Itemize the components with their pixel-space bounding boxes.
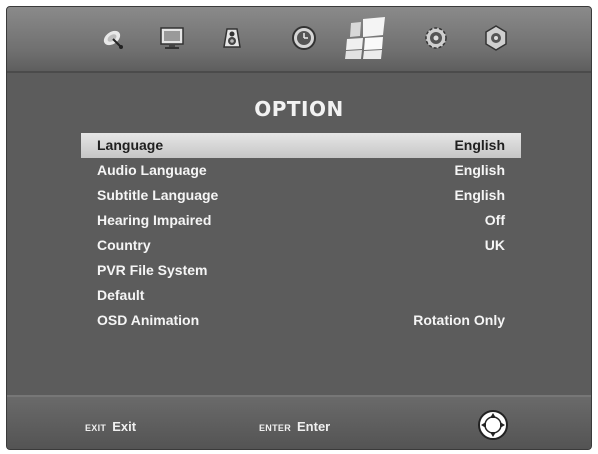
menu-item-subtitle-language[interactable]: Subtitle Language English xyxy=(81,183,521,208)
osd-screen: OPTION Language English Audio Language E… xyxy=(6,6,592,450)
enter-key-label: ENTER xyxy=(259,423,292,433)
menu-item-label: Subtitle Language xyxy=(97,187,219,203)
enter-hint[interactable]: ENTER Enter xyxy=(259,419,330,434)
exit-label: Exit xyxy=(112,419,137,434)
menu-item-label: Language xyxy=(97,137,164,153)
page-title: OPTION xyxy=(254,97,344,121)
option-tiles-icon[interactable] xyxy=(343,15,389,61)
navigation-dpad-icon xyxy=(477,409,509,441)
menu-item-value: Off xyxy=(484,212,505,228)
menu-item-default[interactable]: Default xyxy=(81,283,521,308)
audio-speaker-icon[interactable] xyxy=(217,23,247,53)
menu-item-label: PVR File System xyxy=(97,262,208,278)
menu-item-value: UK xyxy=(484,237,505,253)
menu-item-audio-language[interactable]: Audio Language English xyxy=(81,158,521,183)
satellite-dish-icon[interactable] xyxy=(99,23,129,53)
menu-item-label: Country xyxy=(97,237,151,253)
system-icon[interactable] xyxy=(481,23,511,53)
menu-item-label: Default xyxy=(97,287,145,303)
menu-item-value: English xyxy=(454,187,505,203)
menu-item-pvr-file-system[interactable]: PVR File System xyxy=(81,258,521,283)
enter-label: Enter xyxy=(297,419,331,434)
menu-item-hearing-impaired[interactable]: Hearing Impaired Off xyxy=(81,208,521,233)
exit-hint[interactable]: EXIT Exit xyxy=(85,419,136,434)
footer-hint-bar: EXIT Exit ENTER Enter xyxy=(7,395,591,449)
clock-icon[interactable] xyxy=(289,23,319,53)
menu-item-value: English xyxy=(454,137,505,153)
menu-item-country[interactable]: Country UK xyxy=(81,233,521,258)
menu-item-osd-animation[interactable]: OSD Animation Rotation Only xyxy=(81,308,521,333)
menu-item-label: OSD Animation xyxy=(97,312,200,328)
menu-item-label: Audio Language xyxy=(97,162,207,178)
category-icon-bar xyxy=(7,7,591,73)
exit-key-label: EXIT xyxy=(85,423,107,433)
menu-item-value: Rotation Only xyxy=(413,312,505,328)
settings-gear-icon[interactable] xyxy=(421,23,451,53)
option-menu: Language English Audio Language English … xyxy=(81,133,521,333)
menu-item-language[interactable]: Language English xyxy=(81,133,521,158)
menu-item-value: English xyxy=(454,162,505,178)
monitor-icon[interactable] xyxy=(157,23,187,53)
menu-item-label: Hearing Impaired xyxy=(97,212,212,228)
